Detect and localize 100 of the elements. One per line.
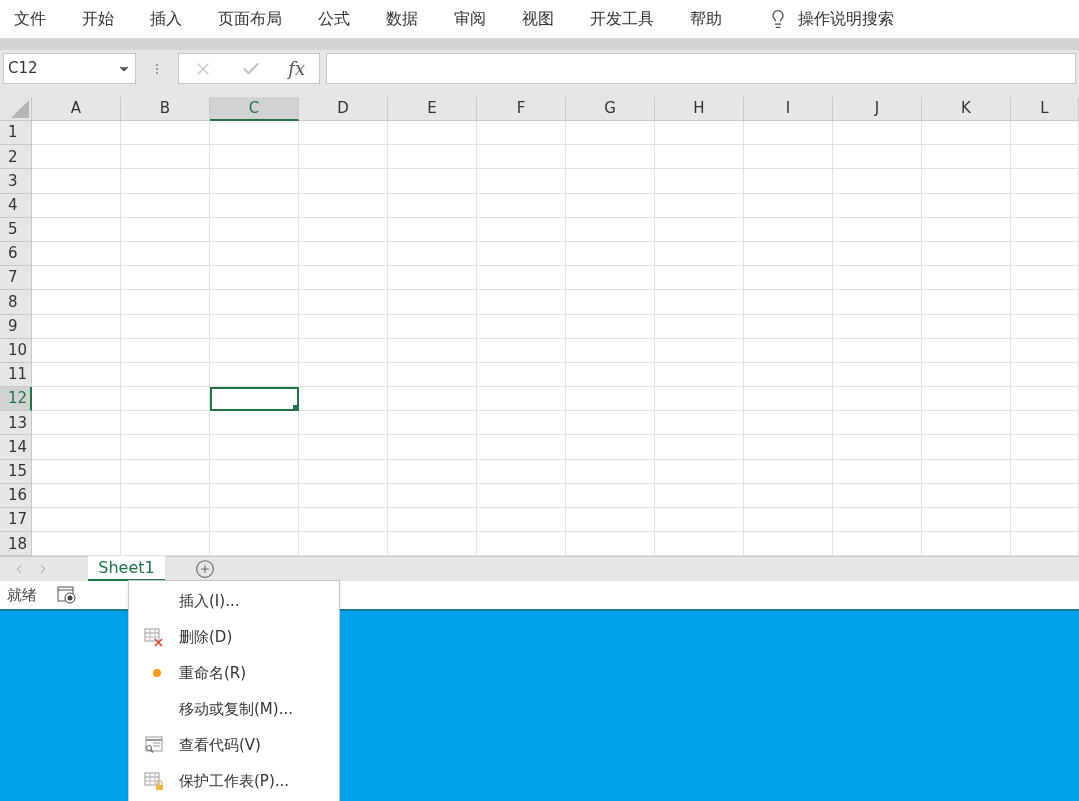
ribbon-tab[interactable]: 审阅 — [454, 7, 486, 31]
grid-cell[interactable] — [655, 459, 744, 484]
grid-cell[interactable] — [566, 387, 655, 412]
grid-cell[interactable] — [388, 241, 477, 267]
grid-cell[interactable] — [744, 411, 833, 436]
grid-cell[interactable] — [477, 145, 566, 170]
ribbon-tab[interactable]: 文件 — [14, 7, 46, 31]
grid-cell[interactable] — [388, 193, 477, 218]
name-box[interactable]: C12 — [3, 53, 136, 84]
grid-cell[interactable] — [121, 508, 210, 533]
grid-cell[interactable] — [299, 387, 388, 412]
grid-cell[interactable] — [299, 411, 388, 436]
grid-cell[interactable] — [922, 362, 1011, 388]
grid-cell[interactable] — [388, 411, 477, 436]
select-all-icon[interactable] — [11, 100, 29, 118]
grid-cell[interactable] — [121, 241, 210, 267]
grid-cell[interactable] — [32, 338, 121, 363]
grid-cell[interactable] — [833, 435, 922, 460]
row-header[interactable]: 15 — [0, 459, 32, 484]
grid-cell[interactable] — [388, 435, 477, 460]
grid-cell[interactable] — [32, 411, 121, 436]
grid-cell[interactable] — [32, 362, 121, 388]
grid-cell[interactable] — [922, 121, 1011, 146]
grid-cell[interactable] — [922, 241, 1011, 267]
sheet-tab[interactable]: Sheet1 — [88, 556, 165, 582]
ribbon-tab[interactable]: 帮助 — [690, 7, 722, 31]
grid-cell[interactable] — [655, 241, 744, 267]
grid-cell[interactable] — [299, 508, 388, 533]
column-header[interactable]: J — [833, 97, 922, 121]
grid-cell[interactable] — [833, 362, 922, 388]
grid-cell[interactable] — [566, 411, 655, 436]
grid-cell[interactable] — [477, 121, 566, 146]
ribbon-tab[interactable]: 插入 — [150, 7, 182, 31]
row-header[interactable]: 1 — [0, 121, 32, 146]
grid-cell[interactable] — [210, 193, 299, 218]
grid-cell[interactable] — [210, 459, 299, 484]
column-header[interactable]: A — [32, 97, 121, 121]
menu-item[interactable]: 删除(D) — [129, 619, 339, 655]
grid-cell[interactable] — [566, 121, 655, 146]
grid-cell[interactable] — [833, 217, 922, 242]
ribbon-tab[interactable]: 视图 — [522, 7, 554, 31]
grid-cell[interactable] — [121, 266, 210, 291]
grid-cell[interactable] — [922, 338, 1011, 363]
grid-cell[interactable] — [566, 435, 655, 460]
grid-cell[interactable] — [299, 241, 388, 267]
grid-cell[interactable] — [299, 362, 388, 388]
grid-cell[interactable] — [1011, 338, 1079, 363]
grid-cell[interactable] — [922, 435, 1011, 460]
grid-cell[interactable] — [477, 483, 566, 508]
grid-cell[interactable] — [210, 435, 299, 460]
grid-cell[interactable] — [655, 411, 744, 436]
tell-me-search[interactable]: 操作说明搜索 — [798, 7, 894, 31]
grid-cell[interactable] — [1011, 411, 1079, 436]
grid-cell[interactable] — [299, 266, 388, 291]
grid-cell[interactable] — [477, 508, 566, 533]
grid-cell[interactable] — [32, 290, 121, 315]
grid-cell[interactable] — [744, 241, 833, 267]
grid-cell[interactable] — [121, 169, 210, 194]
grid-cell[interactable] — [32, 483, 121, 508]
grid-cell[interactable] — [833, 169, 922, 194]
grid-cell[interactable] — [1011, 362, 1079, 388]
grid-cell[interactable] — [477, 217, 566, 242]
grid-cell[interactable] — [299, 483, 388, 508]
grid-cell[interactable] — [744, 169, 833, 194]
ribbon-tab[interactable]: 开始 — [82, 7, 114, 31]
ribbon-tab[interactable]: 开发工具 — [590, 7, 654, 31]
grid-cell[interactable] — [833, 338, 922, 363]
insert-function-button[interactable]: fx — [288, 55, 306, 82]
column-header[interactable]: H — [655, 97, 744, 121]
grid-cell[interactable] — [210, 217, 299, 242]
grid-cell[interactable] — [1011, 217, 1079, 242]
grid-cell[interactable] — [388, 338, 477, 363]
grid-cell[interactable] — [299, 459, 388, 484]
grid-cell[interactable] — [121, 483, 210, 508]
row-header[interactable]: 11 — [0, 362, 32, 388]
grid-cell[interactable] — [833, 387, 922, 412]
grid-cell[interactable] — [477, 459, 566, 484]
grid-cell[interactable] — [1011, 266, 1079, 291]
column-header[interactable]: G — [566, 97, 655, 121]
grid-cell[interactable] — [744, 508, 833, 533]
grid-cell[interactable] — [1011, 241, 1079, 267]
grid-cell[interactable] — [32, 241, 121, 267]
grid-cell[interactable] — [121, 338, 210, 363]
grid-cell[interactable] — [744, 387, 833, 412]
menu-item[interactable]: 查看代码(V) — [129, 727, 339, 763]
grid-cell[interactable] — [32, 508, 121, 533]
ribbon-tab[interactable]: 公式 — [318, 7, 350, 31]
grid-cell[interactable] — [566, 145, 655, 170]
grid-cell[interactable] — [121, 362, 210, 388]
grid-cell[interactable] — [1011, 169, 1079, 194]
grid-cell[interactable] — [32, 387, 121, 412]
grid-cell[interactable] — [477, 362, 566, 388]
grid-cell[interactable] — [210, 314, 299, 339]
grid-cell[interactable] — [299, 338, 388, 363]
grid-cell[interactable] — [210, 508, 299, 533]
grid-cell[interactable] — [566, 459, 655, 484]
grid-cell[interactable] — [210, 145, 299, 170]
grid-cell[interactable] — [566, 241, 655, 267]
row-header[interactable]: 8 — [0, 290, 32, 315]
grid-cell[interactable] — [744, 338, 833, 363]
